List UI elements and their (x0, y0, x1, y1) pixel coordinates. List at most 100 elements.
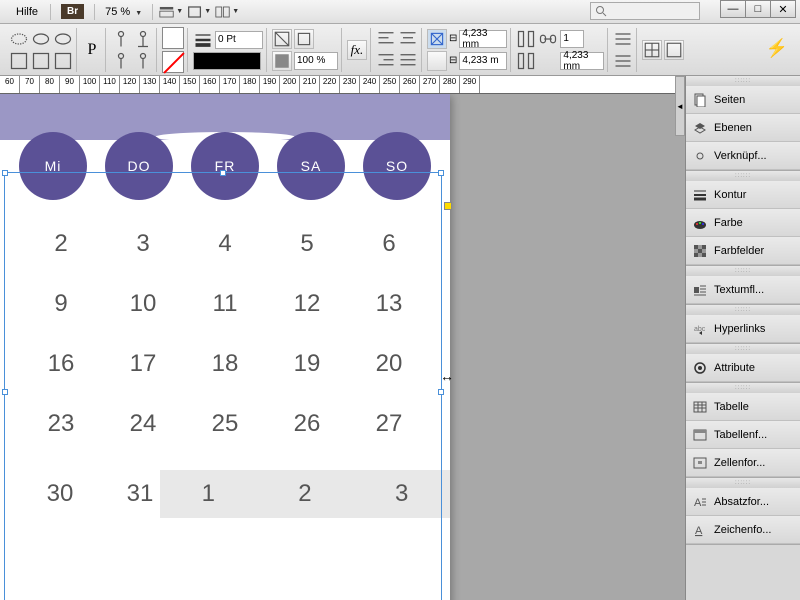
panel-attributes[interactable]: Attribute (686, 354, 800, 382)
calendar-cell: 16 (31, 350, 91, 378)
menubar: Hilfe Br 75 % ▼ ▼ ▼ ▼ Grundlagen ▸ — □ ✕ (0, 0, 800, 24)
maximize-button[interactable]: □ (745, 0, 771, 18)
panel-pages[interactable]: Seiten (686, 86, 800, 114)
ellipse-icon[interactable] (31, 29, 51, 49)
opacity-input[interactable]: 100 % (294, 52, 338, 70)
calendar-cell: 30 (30, 480, 90, 508)
align-left-icon[interactable] (376, 29, 396, 49)
panel-grip[interactable] (686, 383, 800, 393)
ruler-tick: 130 (140, 76, 160, 93)
zoom-level[interactable]: 75 % ▼ (105, 6, 142, 18)
table-icon (692, 399, 708, 415)
search-input[interactable] (590, 2, 700, 20)
panel-table[interactable]: Tabelle (686, 393, 800, 421)
align-justify-icon[interactable] (398, 51, 418, 71)
ruler-tick: 160 (200, 76, 220, 93)
panel-textwrap[interactable]: Textumfl... (686, 276, 800, 304)
ruler-tick: 190 (260, 76, 280, 93)
options1-icon[interactable] (613, 29, 633, 49)
panel-paragraph-styles[interactable]: AAbsatzfor... (686, 488, 800, 516)
align-right-icon[interactable] (376, 51, 396, 71)
ellipse-alt-icon[interactable] (53, 29, 73, 49)
canvas-area[interactable]: MiDOFRSASO 23456910111213161718192023242… (0, 94, 685, 600)
svg-text:A: A (695, 525, 703, 537)
calendar-cell: 23 (31, 410, 91, 438)
frame-grid-icon[interactable] (642, 40, 662, 60)
panel-grip[interactable] (686, 266, 800, 276)
bridge-button[interactable]: Br (61, 4, 84, 19)
day-circle: SO (363, 132, 431, 200)
panel-grip[interactable] (686, 478, 800, 488)
anchor-toggle-icon[interactable] (111, 29, 131, 49)
thread-out-port[interactable] (444, 202, 452, 210)
gutter-input[interactable]: 4,233 mm (560, 52, 604, 70)
document-page[interactable]: MiDOFRSASO 23456910111213161718192023242… (0, 94, 450, 600)
panel-grip[interactable] (686, 171, 800, 181)
stroke-swatch[interactable] (162, 51, 184, 73)
calendar-cell: 10 (113, 290, 173, 318)
constrain-icon[interactable] (427, 29, 447, 49)
calendar-cell: 5 (277, 230, 337, 258)
anchor-right-icon[interactable] (133, 51, 153, 71)
panel-cell-styles[interactable]: Zellenfor... (686, 449, 800, 477)
calendar-cell: 3 (113, 230, 173, 258)
control-bar: P 0 Pt 100 % fx. (0, 24, 800, 76)
stroke-style-input[interactable] (193, 52, 261, 70)
panel-table-styles[interactable]: Tabellenf... (686, 421, 800, 449)
panel-collapse-button[interactable]: ◄ (675, 76, 685, 136)
minimize-button[interactable]: — (720, 0, 746, 18)
panel-grip[interactable] (686, 305, 800, 315)
panel-grip[interactable] (686, 76, 800, 86)
panel-hyperlinks[interactable]: abcHyperlinks (686, 315, 800, 343)
wrap-contour-icon[interactable] (31, 51, 51, 71)
calendar-cell: 24 (113, 410, 173, 438)
menu-help[interactable]: Hilfe (8, 4, 46, 20)
paragraph-icon[interactable]: P (82, 40, 102, 60)
align-center-icon[interactable] (398, 29, 418, 49)
calendar-cell: 9 (31, 290, 91, 318)
wrap-jump-icon[interactable] (53, 51, 73, 71)
calendar-cell: 2 (263, 480, 347, 508)
constrain2-icon[interactable] (427, 51, 447, 71)
search-icon (595, 5, 607, 17)
view-options-icon[interactable]: ▼ (159, 2, 183, 22)
panel-character-styles[interactable]: AZeichenfo... (686, 516, 800, 544)
panel-links[interactable]: Verknüpf... (686, 142, 800, 170)
ruler-tick: 110 (100, 76, 120, 93)
fill-swatch[interactable] (162, 27, 184, 49)
fit-frame-icon[interactable] (294, 29, 314, 49)
panel-layers[interactable]: Ebenen (686, 114, 800, 142)
ruler-tick: 270 (420, 76, 440, 93)
link-icon[interactable] (538, 29, 558, 49)
ruler-tick: 260 (400, 76, 420, 93)
calendar-row: 910111213 (20, 290, 430, 318)
hyperlinks-icon: abc (692, 321, 708, 337)
svg-text:A: A (694, 497, 702, 509)
columns-input[interactable]: 1 (560, 30, 584, 48)
close-button[interactable]: ✕ (770, 0, 796, 18)
fill-frame-icon[interactable] (272, 51, 292, 71)
auto-fit-icon[interactable] (272, 29, 292, 49)
calendar-row: 123 (160, 470, 450, 518)
options2-icon[interactable] (613, 51, 633, 71)
quick-apply-icon[interactable]: ⚡ (766, 38, 788, 59)
ellipse-dotted-icon[interactable] (9, 29, 29, 49)
day-circle: SA (277, 132, 345, 200)
panel-grip[interactable] (686, 344, 800, 354)
stroke-weight-input[interactable]: 0 Pt (215, 31, 263, 49)
link2-icon[interactable] (538, 51, 558, 71)
arrange-icon[interactable]: ▼ (215, 2, 239, 22)
panel-swatches[interactable]: Farbfelder (686, 237, 800, 265)
screen-mode-icon[interactable]: ▼ (187, 2, 211, 22)
ruler-tick: 90 (60, 76, 80, 93)
wrap-square-icon[interactable] (9, 51, 29, 71)
fx-button[interactable]: fx. (347, 40, 367, 60)
panel-color[interactable]: Farbe (686, 209, 800, 237)
frame-options-icon[interactable] (664, 40, 684, 60)
width-input[interactable]: 4,233 mm (459, 30, 507, 48)
panel-stroke[interactable]: Kontur (686, 181, 800, 209)
anchor-left-icon[interactable] (111, 51, 131, 71)
height-input[interactable]: 4,233 m (459, 52, 507, 70)
anchor-bottom-icon[interactable] (133, 29, 153, 49)
ruler-tick: 250 (380, 76, 400, 93)
